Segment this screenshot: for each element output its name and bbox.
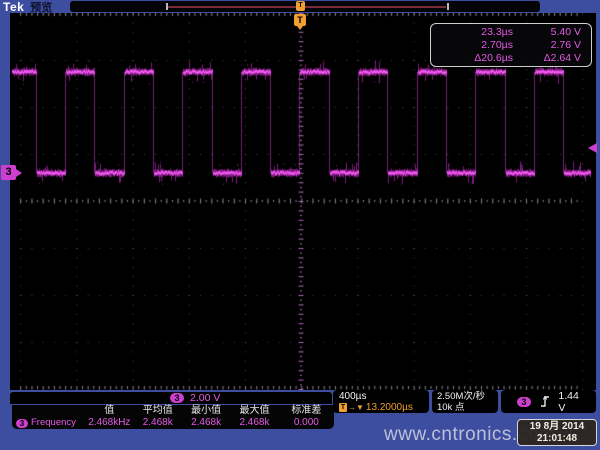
oscilloscope-screen: Tek预览 T T 23.3µs 5.40 V 2.70µs 2.76 V Δ2…	[0, 0, 600, 450]
time-label: 21:01:48	[518, 433, 596, 445]
rising-edge-slope-icon	[540, 395, 550, 408]
cursor-row-b: 2.70µs 2.76 V	[431, 39, 591, 52]
trigger-level-arrow-icon	[588, 143, 597, 153]
trigger-delay-value: 13.2000µs	[366, 402, 413, 413]
record-trigger-position-icon: T	[296, 1, 305, 11]
header-min: 最小值	[182, 405, 230, 417]
record-window-left-bracket	[166, 3, 168, 10]
channel-readout-bar: 3 2.00 V	[10, 392, 332, 404]
measurement-stddev: 0.000	[279, 417, 334, 429]
header-stddev: 标准差	[279, 405, 334, 417]
record-view-bar: T	[70, 1, 540, 12]
brand-status: Tek预览	[3, 0, 52, 13]
measurement-header-row: 值 平均值 最小值 最大值 标准差	[12, 405, 334, 417]
measurement-channel-badge: 3	[16, 419, 28, 428]
datetime-box: 19 8月 2014 21:01:48	[517, 419, 597, 446]
record-waveform-line	[168, 6, 446, 8]
measurement-value: 2.468kHz	[85, 417, 133, 429]
trigger-delay-readout: T →▼ 13.2000µs	[339, 402, 429, 413]
measurement-row-frequency: 3 Frequency 2.468kHz 2.468k 2.468k 2.468…	[12, 417, 334, 429]
header-max: 最大值	[230, 405, 278, 417]
sample-rate-label: 2.50M次/秒	[437, 391, 498, 402]
cursor-b-time: 2.70µs	[431, 39, 513, 52]
cursor-readout-box: 23.3µs 5.40 V 2.70µs 2.76 V Δ20.6µs Δ2.6…	[430, 23, 592, 67]
cursor-a-volt: 5.40 V	[513, 26, 591, 39]
tek-logo: Tek	[3, 0, 24, 14]
cursor-delta-row: Δ20.6µs Δ2.64 V	[431, 52, 591, 65]
measurement-name: Frequency	[31, 417, 76, 429]
horizontal-readout-box: 400µs T →▼ 13.2000µs	[333, 390, 429, 413]
cursor-delta-volt: Δ2.64 V	[513, 52, 591, 65]
timebase-label: 400µs	[339, 391, 429, 402]
measurement-min: 2.468k	[182, 417, 230, 429]
waveform-canvas	[10, 13, 596, 390]
cursor-a-time: 23.3µs	[431, 26, 513, 39]
date-label: 19 8月 2014	[518, 421, 596, 433]
graticule-area	[10, 13, 596, 390]
trigger-t-icon: T	[339, 403, 347, 412]
trigger-level-value: 1.44 V	[558, 390, 588, 414]
delay-arrow-icon: →▼	[348, 402, 364, 413]
trigger-position-flag-icon: T	[294, 14, 306, 26]
record-window-right-bracket	[447, 3, 449, 10]
header-mean: 平均值	[134, 405, 182, 417]
trigger-source-badge: 3	[517, 397, 531, 407]
cursor-row-a: 23.3µs 5.40 V	[431, 26, 591, 39]
cursor-b-volt: 2.76 V	[513, 39, 591, 52]
measurement-mean: 2.468k	[134, 417, 182, 429]
acquisition-readout-box: 2.50M次/秒 10k 点	[432, 390, 498, 413]
header-value: 值	[85, 405, 133, 417]
measurement-panel: 值 平均值 最小值 最大值 标准差 3 Frequency 2.468kHz 2…	[12, 405, 334, 429]
cursor-delta-time: Δ20.6µs	[431, 52, 513, 65]
channel3-scale-label: 2.00 V	[190, 393, 220, 403]
channel3-badge: 3	[170, 393, 184, 403]
trigger-readout-box: 3 1.44 V	[501, 390, 596, 413]
measurement-max: 2.468k	[230, 417, 278, 429]
channel3-ground-marker: 3	[1, 165, 16, 180]
record-length-label: 10k 点	[437, 402, 498, 413]
